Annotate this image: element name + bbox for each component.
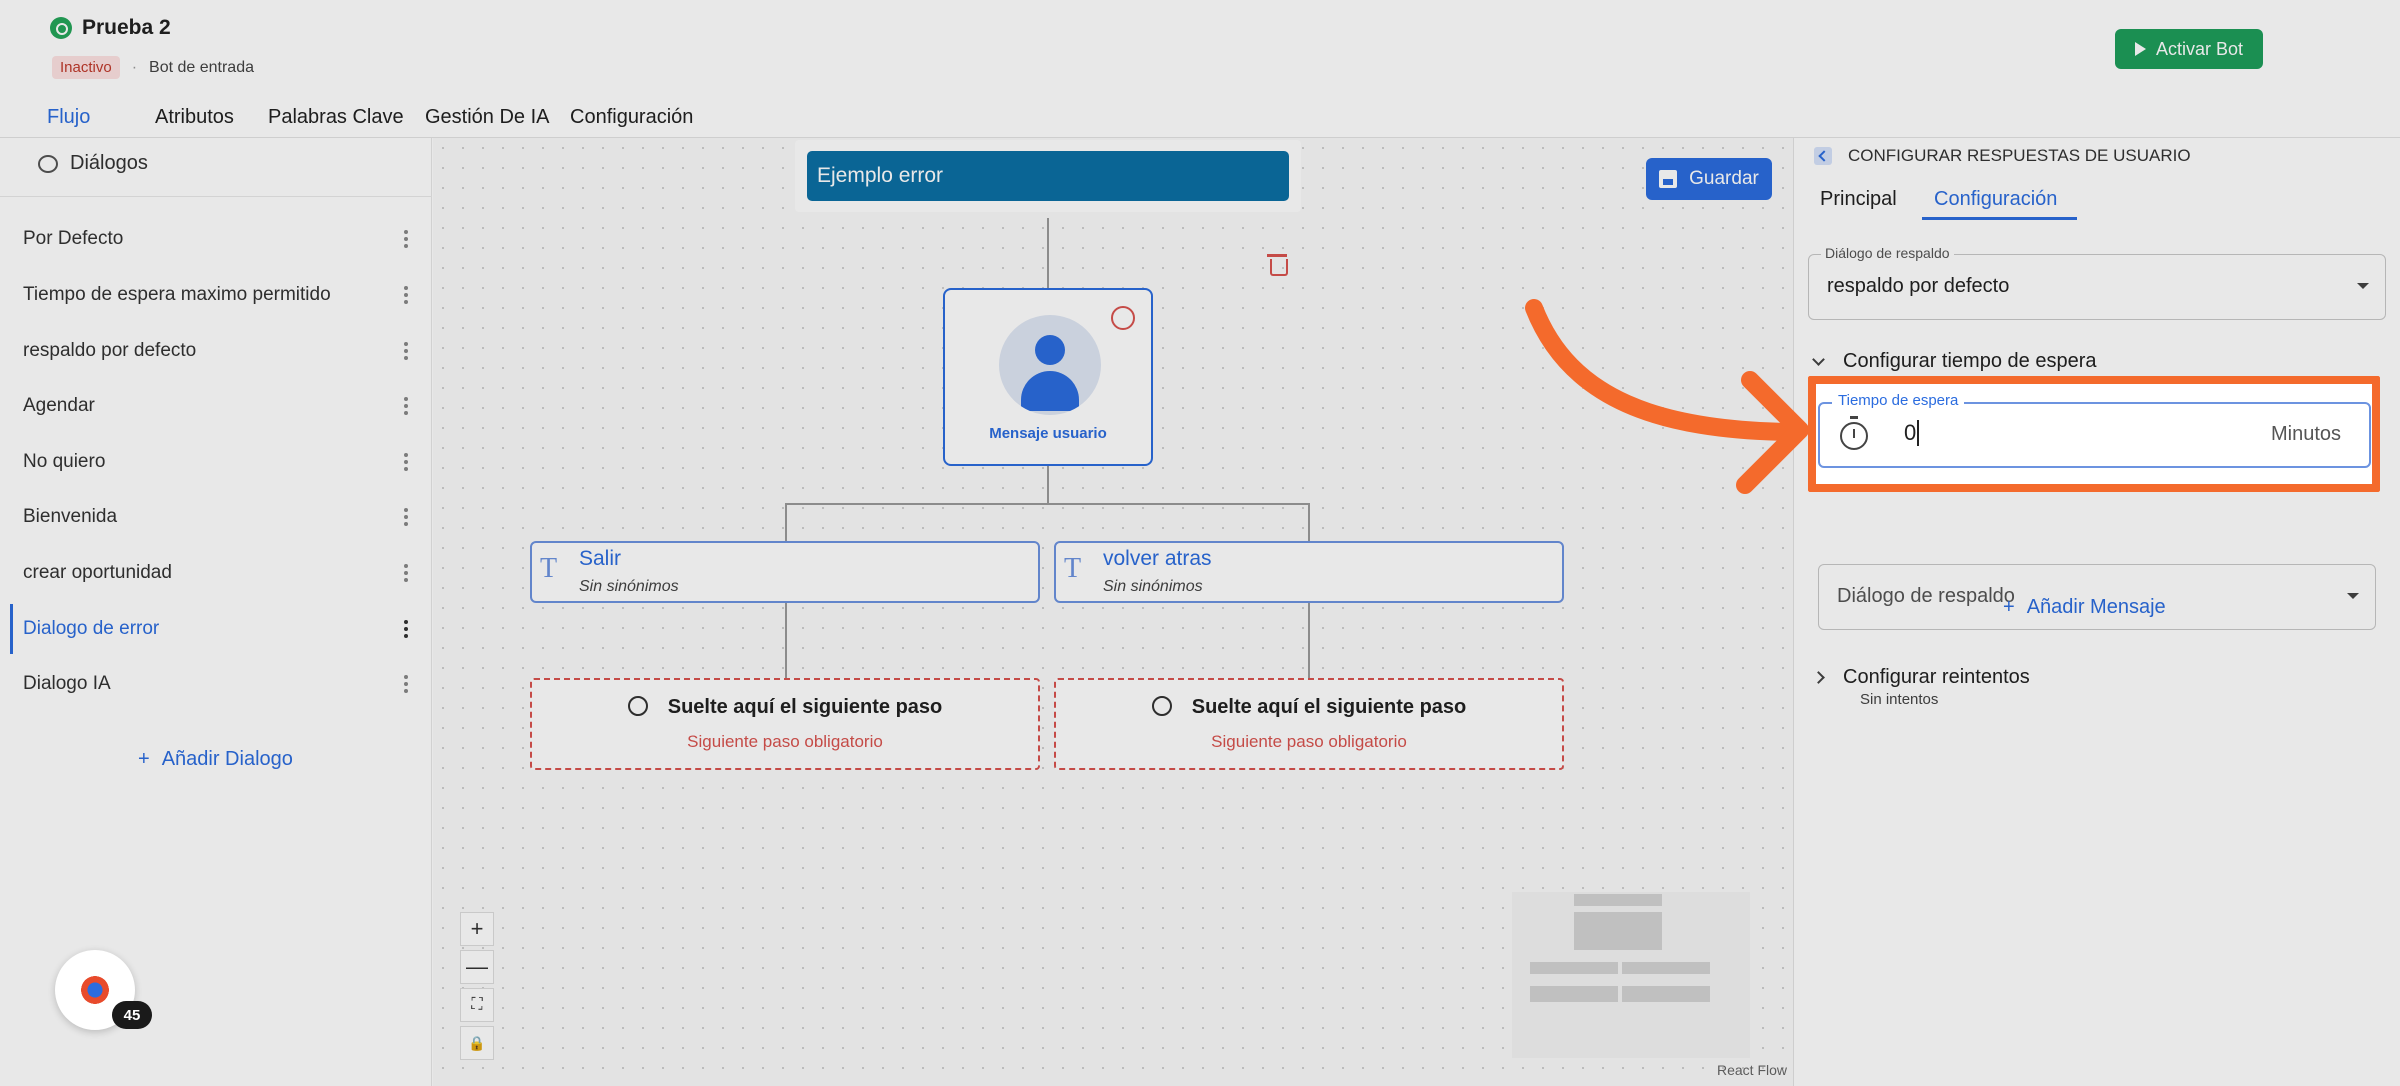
notification-count-badge: 45	[112, 1001, 152, 1029]
tutorial-arrow-icon	[1525, 299, 1809, 494]
tutorial-highlight-box	[1808, 376, 2380, 492]
brand-logo-icon	[80, 975, 110, 1005]
dim-overlay	[0, 492, 2400, 1086]
dim-overlay	[0, 0, 2400, 376]
dim-overlay	[2380, 376, 2400, 492]
